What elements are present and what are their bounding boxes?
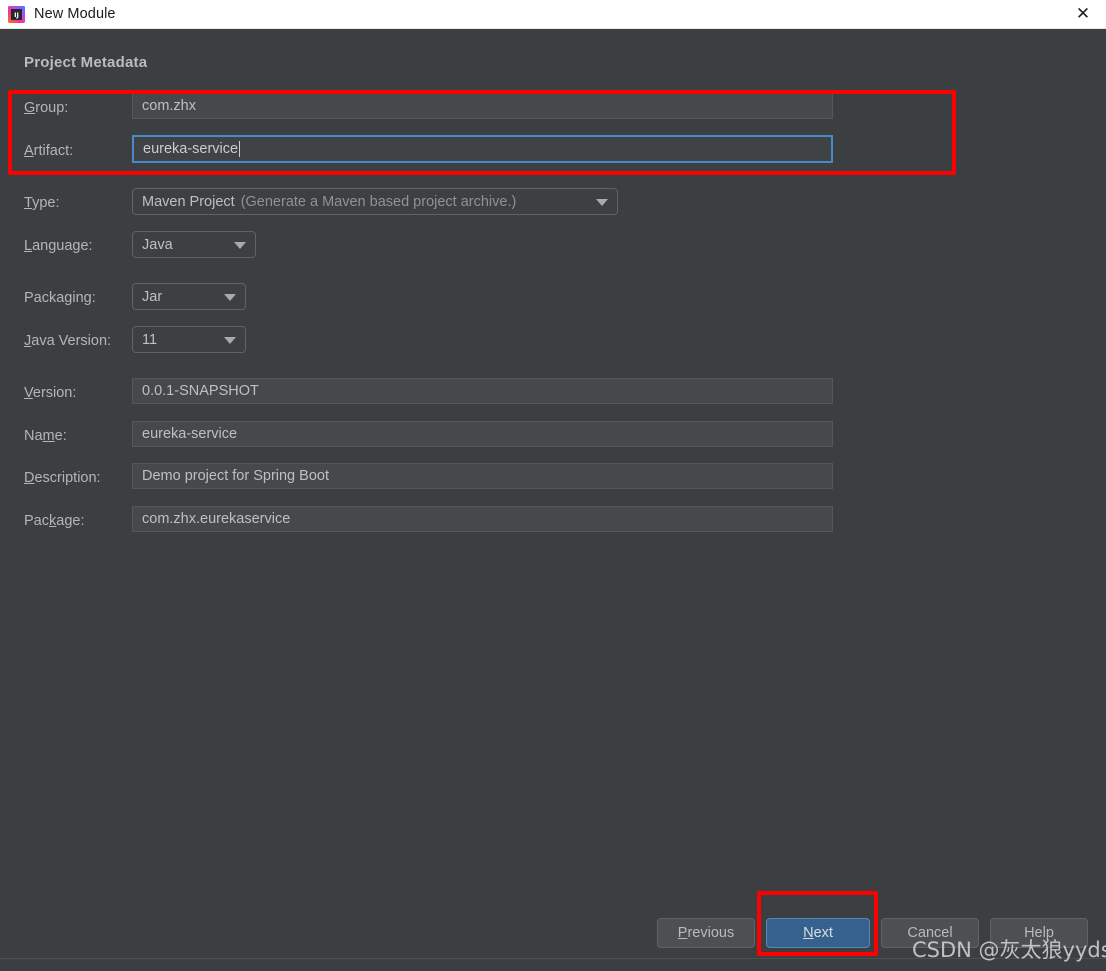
version-label: Version: xyxy=(24,385,77,401)
new-module-dialog: IJ New Module ✕ Project Metadata Group: … xyxy=(0,0,1106,971)
type-label: Type: xyxy=(24,195,60,211)
description-label: Description: xyxy=(24,470,101,486)
package-input-value: com.zhx.eurekaservice xyxy=(142,511,291,527)
name-label: Name: xyxy=(24,428,67,444)
packaging-combobox[interactable]: Jar xyxy=(132,283,246,310)
text-caret xyxy=(239,141,241,157)
group-input[interactable]: com.zhx xyxy=(132,93,833,119)
svg-text:IJ: IJ xyxy=(14,11,19,19)
type-combobox[interactable]: Maven Project (Generate a Maven based pr… xyxy=(132,188,618,215)
next-button[interactable]: Next xyxy=(766,918,870,948)
type-combobox-value: Maven Project xyxy=(142,193,235,210)
name-input[interactable]: eureka-service xyxy=(132,421,833,447)
artifact-label: Artifact: xyxy=(24,143,74,159)
group-label: Group: xyxy=(24,100,69,116)
name-input-value: eureka-service xyxy=(142,426,238,442)
packaging-label: Packaging: xyxy=(24,290,96,306)
java-version-combobox[interactable]: 11 xyxy=(132,326,246,353)
language-label: Language: xyxy=(24,238,93,254)
artifact-input-value: eureka-service xyxy=(143,141,239,157)
package-label: Package: xyxy=(24,513,85,529)
description-input[interactable]: Demo project for Spring Boot xyxy=(132,463,833,489)
watermark: CSDN @灰太狼yyds xyxy=(912,938,1106,962)
window-title: New Module xyxy=(34,6,116,22)
intellij-idea-icon: IJ xyxy=(8,5,25,23)
package-input[interactable]: com.zhx.eurekaservice xyxy=(132,506,833,532)
artifact-input[interactable]: eureka-service xyxy=(132,135,833,163)
java-version-combobox-value: 11 xyxy=(142,331,158,348)
chevron-down-icon xyxy=(234,241,246,249)
type-combobox-hint: (Generate a Maven based project archive.… xyxy=(240,193,517,210)
window-titlebar: IJ New Module ✕ xyxy=(0,0,1106,29)
group-input-value: com.zhx xyxy=(142,98,196,114)
version-input-value: 0.0.1-SNAPSHOT xyxy=(142,383,259,399)
previous-button[interactable]: Previous xyxy=(657,918,755,948)
language-combobox[interactable]: Java xyxy=(132,231,256,258)
chevron-down-icon xyxy=(224,293,236,301)
description-input-value: Demo project for Spring Boot xyxy=(142,468,329,484)
dialog-body: Project Metadata Group: com.zhx Artifact… xyxy=(0,29,1106,959)
language-combobox-value: Java xyxy=(142,236,173,253)
page-title: Project Metadata xyxy=(24,54,148,71)
packaging-combobox-value: Jar xyxy=(142,288,163,305)
chevron-down-icon xyxy=(596,198,608,206)
java-version-label: Java Version: xyxy=(24,333,112,349)
version-input[interactable]: 0.0.1-SNAPSHOT xyxy=(132,378,833,404)
close-icon[interactable]: ✕ xyxy=(1060,0,1106,29)
chevron-down-icon xyxy=(224,336,236,344)
